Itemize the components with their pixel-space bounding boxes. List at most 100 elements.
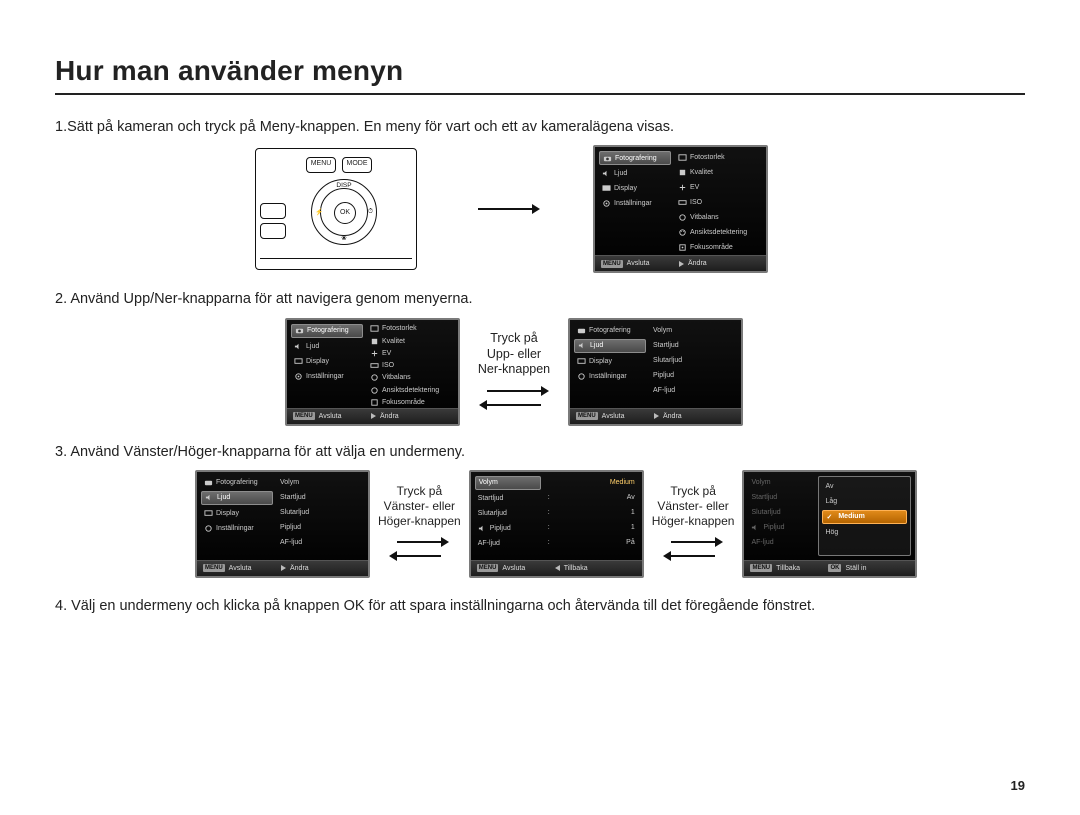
opt-ev: EV <box>675 181 762 194</box>
opt-ansikts: Ansiktsdetektering <box>367 385 454 395</box>
step-2-text: 2. Använd Upp/Ner-knapparna för att navi… <box>55 289 1025 309</box>
opt-ev: EV <box>367 348 454 358</box>
opt-fotostorlek: Fotostorlek <box>675 151 762 164</box>
step-4-text: 4. Välj en undermeny och klicka på knapp… <box>55 596 1025 616</box>
opt-vitbalans: Vitbalans <box>675 211 762 224</box>
speaker-icon <box>478 524 487 533</box>
wb-icon <box>678 213 687 222</box>
ok-tag-icon: OK <box>828 564 841 572</box>
menu-screenshot-2a: Fotografering Ljud Display Inställningar… <box>285 318 460 426</box>
gear-icon <box>577 372 586 381</box>
menu-tag-icon: MENU <box>203 564 225 572</box>
camera-dpad: OK DISP ⚡ ⏱ ❀ <box>311 179 377 245</box>
opt-pipljud: Pipljud <box>277 521 364 534</box>
tab-fotografering: Fotografering <box>201 476 273 489</box>
updown-caption: Tryck på Upp- eller Ner-knappen <box>466 331 562 412</box>
opt-startljud: Startljud <box>277 491 364 504</box>
tab-display: Display <box>574 355 646 368</box>
row-slutarljud: Slutarljud <box>475 507 541 520</box>
menu-screenshot-3a: Fotografering Ljud Display Inställningar… <box>195 470 370 578</box>
speaker-icon <box>751 523 760 532</box>
dpad-down-label: ❀ <box>341 234 346 242</box>
speaker-icon <box>205 493 214 502</box>
row-pipljud: Pipljud <box>475 522 541 535</box>
dpad-up-label: DISP <box>336 182 351 189</box>
opt-ansikts: Ansiktsdetektering <box>675 226 762 239</box>
step-3-text: 3. Använd Vänster/Höger-knapparna för at… <box>55 442 1025 462</box>
arrow-right-icon <box>470 204 540 214</box>
opt-kvalitet: Kvalitet <box>367 336 454 346</box>
focus-icon <box>370 398 379 407</box>
tab-installningar: Inställningar <box>201 522 273 535</box>
camera-mode-button: MODE <box>342 157 372 173</box>
opt-kvalitet: Kvalitet <box>675 166 762 179</box>
row-afljud: AF-ljud <box>475 537 541 550</box>
gear-icon <box>602 199 611 208</box>
arrow-right-icon <box>389 537 449 547</box>
lr-caption-2-text: Tryck på Vänster- eller Höger-knappen <box>652 484 735 529</box>
arrow-left-icon <box>479 400 549 410</box>
val-afljud: :På <box>545 536 638 549</box>
face-icon <box>678 228 687 237</box>
opt-startljud: Startljud <box>650 339 737 352</box>
val-pipljud: :1 <box>545 521 638 534</box>
arrow-between-camera-shot <box>457 202 553 216</box>
tab-installningar: Inställningar <box>291 370 363 383</box>
tab-display: Display <box>201 507 273 520</box>
val-startljud: :Av <box>545 491 638 504</box>
dpad-left-label: ⚡ <box>315 208 323 216</box>
iso-icon <box>678 198 687 207</box>
camera-divider <box>260 258 412 259</box>
wb-icon <box>370 373 379 382</box>
tab-installningar: Inställningar <box>574 370 646 383</box>
page-title: Hur man använder menyn <box>55 55 1025 95</box>
play-icon <box>371 413 376 419</box>
play-icon <box>679 261 684 267</box>
camera-icon <box>295 326 304 335</box>
camera-back-diagram: MENU MODE OK DISP ⚡ ⏱ ❀ <box>255 148 417 270</box>
page: Hur man använder menyn 1.Sätt på kameran… <box>0 0 1080 815</box>
display-icon <box>602 184 611 193</box>
opt-slutarljud: Slutarljud <box>650 354 737 367</box>
menu-tag-icon: MENU <box>576 412 598 420</box>
row-volym: Volym <box>475 476 541 490</box>
quality-icon <box>678 168 687 177</box>
row-slutarljud: Slutarljud <box>748 506 814 519</box>
opt-afljud: AF-ljud <box>650 384 737 397</box>
step-2-row: Fotografering Ljud Display Inställningar… <box>285 318 1025 426</box>
opt-pipljud: Pipljud <box>650 369 737 382</box>
display-icon <box>577 357 586 366</box>
tab-fotografering: Fotografering <box>291 324 363 338</box>
lr-caption-1-text: Tryck på Vänster- eller Höger-knappen <box>378 484 461 529</box>
menu-tag-icon: MENU <box>601 260 623 268</box>
play-icon <box>654 413 659 419</box>
quality-icon <box>370 337 379 346</box>
opt-volym: Volym <box>650 324 737 337</box>
val-volym: Medium <box>545 476 638 489</box>
tab-installningar: Inställningar <box>599 197 671 210</box>
row-volym: Volym <box>748 476 814 489</box>
menu-screenshot-1: Fotografering Ljud Display Inställningar… <box>593 145 768 273</box>
tab-ljud: Ljud <box>201 491 273 505</box>
camera-icon <box>577 326 586 335</box>
val-slutarljud: :1 <box>545 506 638 519</box>
tab-display: Display <box>291 355 363 368</box>
camera-menu-button: MENU <box>306 157 336 173</box>
lr-caption-1: Tryck på Vänster- eller Höger-knappen <box>374 484 465 563</box>
play-icon <box>281 565 286 571</box>
row-startljud: Startljud <box>475 492 541 505</box>
optval-hog: Hög <box>822 526 907 539</box>
gear-icon <box>294 372 303 381</box>
opt-volym: Volym <box>277 476 364 489</box>
tab-fotografering: Fotografering <box>599 151 671 165</box>
menu-tag-icon: MENU <box>477 564 499 572</box>
size-icon <box>678 153 687 162</box>
lr-caption-2: Tryck på Vänster- eller Höger-knappen <box>648 484 739 563</box>
speaker-icon <box>602 169 611 178</box>
camera-icon <box>603 154 612 163</box>
ev-icon <box>678 183 687 192</box>
menu-footer: MENUTillbaka OKStäll in <box>744 560 915 576</box>
camera-icon <box>204 478 213 487</box>
optval-medium: ✓Medium <box>822 510 907 524</box>
row-startljud: Startljud <box>748 491 814 504</box>
